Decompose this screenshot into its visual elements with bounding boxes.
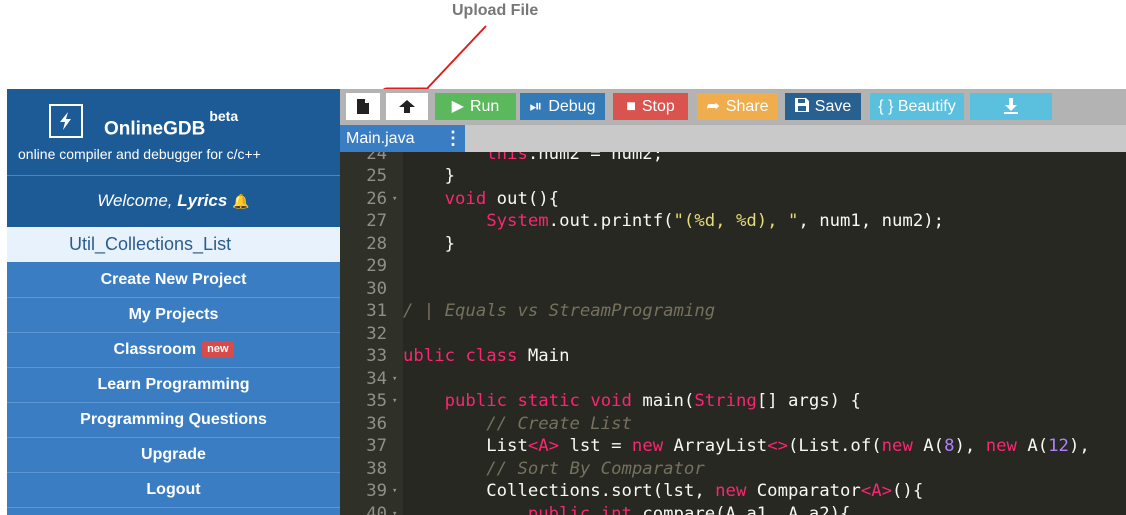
run-button[interactable]: ▶ Run — [435, 93, 516, 120]
welcome-banner: Welcome, Lyrics 🔔 — [7, 175, 340, 227]
upload-file-button[interactable] — [386, 93, 428, 120]
brand-header: OnlineGDBbeta online compiler and debugg… — [7, 89, 340, 175]
code-line[interactable]: 25 } — [340, 165, 1126, 188]
line-code: public int compare(A a1, A a2){ — [527, 503, 851, 515]
bell-icon[interactable]: 🔔 — [232, 176, 249, 226]
line-code: } — [403, 233, 456, 254]
sidebar-item-create-new-project[interactable]: Create New Project — [7, 263, 340, 298]
share-icon: ➦ — [706, 98, 720, 115]
line-code: this.num2 = num2; — [486, 152, 664, 164]
sidebar-item-learn-programming[interactable]: Learn Programming — [7, 368, 340, 403]
line-number: 33 — [366, 346, 387, 366]
code-line[interactable]: 24 this.num2 = num2; — [340, 152, 1126, 165]
code-line[interactable]: 39 ▾ Collections.sort(lst, new Comparator… — [340, 480, 1126, 503]
line-number: 34 — [366, 368, 387, 389]
app-name[interactable]: OnlineGDBbeta — [104, 108, 238, 140]
code-line[interactable]: 31 / | Equals vs StreamPrograming — [340, 300, 1126, 323]
line-number: 32 — [366, 323, 387, 344]
username[interactable]: Lyrics — [177, 191, 227, 210]
line-number: 35 — [366, 391, 387, 411]
code-line[interactable]: 36 // Create List — [340, 413, 1126, 436]
new-badge: new — [202, 341, 234, 358]
sidebar: OnlineGDBbeta online compiler and debugg… — [7, 89, 340, 515]
line-number: 29 — [366, 256, 387, 276]
line-code: Collections.sort(lst, new Comparator<A>(… — [403, 481, 924, 501]
line-code: void out(){ — [444, 188, 560, 209]
sidebar-item-logout[interactable]: Logout — [7, 473, 340, 508]
code-line[interactable]: 27 System.out.printf("(%d, %d), ", num1,… — [340, 210, 1126, 233]
line-number: 37 — [366, 436, 387, 456]
line-number: 24 — [366, 152, 387, 164]
line-code: List<A> lst = new ArrayList<>(List.of(ne… — [403, 436, 1090, 456]
line-number: 27 — [366, 211, 387, 231]
line-code: public static void main(String[] args) { — [444, 391, 861, 411]
line-code: // Create List — [486, 413, 632, 434]
play-icon: ▶ — [451, 98, 464, 115]
fold-toggle-icon[interactable]: ▾ — [392, 368, 397, 391]
download-icon — [1004, 98, 1018, 114]
line-number: 26 — [366, 188, 387, 209]
code-editor[interactable]: 24 this.num2 = num2; 25 } 26 ▾ void out(){2… — [340, 152, 1126, 515]
upload-file-annotation: Upload File — [452, 2, 539, 19]
line-number: 28 — [366, 233, 387, 254]
sidebar-item-programming-questions[interactable]: Programming Questions — [7, 403, 340, 438]
download-button[interactable] — [970, 93, 1052, 120]
code-line[interactable]: 28 } — [340, 233, 1126, 256]
beta-badge: beta — [209, 108, 239, 124]
line-code: / | Equals vs StreamPrograming — [403, 301, 716, 321]
line-code: // Sort By Comparator — [486, 458, 705, 479]
save-icon — [794, 98, 809, 112]
share-button[interactable]: ➦ Share — [697, 93, 778, 120]
sidebar-item-classroom[interactable]: Classroom new — [7, 333, 340, 368]
current-project[interactable]: Util_Collections_List — [7, 227, 340, 262]
code-line[interactable]: 35 ▾ public static void main(String[] arg… — [340, 390, 1126, 413]
code-line[interactable]: 33 ublic class Main — [340, 345, 1126, 368]
upload-icon — [399, 100, 415, 113]
code-line[interactable]: 29 — [340, 255, 1126, 278]
lightning-icon — [60, 112, 71, 130]
line-number: 36 — [366, 413, 387, 434]
screenshot-root: Upload File OnlineGDBbeta online compile… — [0, 0, 1126, 515]
debug-icon: ⏯ — [529, 98, 543, 115]
line-number: 40 — [366, 503, 387, 515]
kebab-menu-icon[interactable]: ⋮ — [444, 125, 462, 152]
sidebar-item-upgrade[interactable]: Upgrade — [7, 438, 340, 473]
new-file-button[interactable] — [346, 93, 380, 120]
code-line[interactable]: 32 — [340, 323, 1126, 346]
welcome-prefix: Welcome, — [97, 191, 173, 210]
code-line[interactable]: 37 List<A> lst = new ArrayList<>(List.of… — [340, 435, 1126, 458]
fold-toggle-icon[interactable]: ▾ — [392, 390, 397, 413]
save-button[interactable]: Save — [785, 93, 861, 120]
stop-button[interactable]: ■ Stop — [613, 93, 688, 120]
file-tab-bar: Main.java ⋮ — [340, 125, 1126, 152]
tagline: online compiler and debugger for c/c++ — [18, 146, 261, 162]
line-number: 39 — [366, 481, 387, 501]
tab-main-java[interactable]: Main.java ⋮ — [340, 125, 465, 152]
new-file-icon — [357, 99, 369, 114]
fold-toggle-icon[interactable]: ▾ — [392, 480, 397, 503]
line-code: System.out.printf("(%d, %d), ", num1, nu… — [486, 211, 945, 231]
debug-button[interactable]: ⏯ Debug — [520, 93, 605, 120]
tab-label: Main.java — [346, 130, 415, 147]
line-number: 30 — [366, 278, 387, 299]
code-line[interactable]: 40 ▾ public int compare(A a1, A a2){ — [340, 503, 1126, 515]
line-number: 31 — [366, 301, 387, 321]
code-line[interactable]: 34 ▾ — [340, 368, 1126, 391]
stop-icon: ■ — [626, 98, 636, 115]
fold-toggle-icon[interactable]: ▾ — [392, 503, 397, 515]
beautify-button[interactable]: { } Beautify — [870, 93, 964, 120]
code-line[interactable]: 38 // Sort By Comparator — [340, 458, 1126, 481]
sidebar-item-my-projects[interactable]: My Projects — [7, 298, 340, 333]
line-code: } — [403, 166, 456, 186]
line-number: 38 — [366, 458, 387, 479]
line-number: 25 — [366, 166, 387, 186]
code-line[interactable]: 30 — [340, 278, 1126, 301]
code-line[interactable]: 26 ▾ void out(){ — [340, 188, 1126, 211]
toolbar: ▶ Run ⏯ Debug ■ Stop ➦ Share Save { } Beauti… — [340, 89, 1126, 125]
logo[interactable] — [49, 104, 83, 138]
line-code: ublic class Main — [403, 346, 570, 366]
fold-toggle-icon[interactable]: ▾ — [392, 188, 397, 211]
